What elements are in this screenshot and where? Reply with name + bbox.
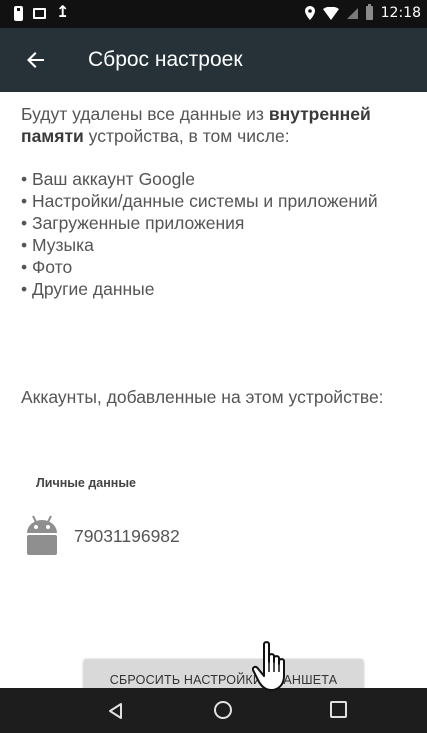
intro-part1: Будут удалены все данные из (21, 104, 269, 124)
nav-back-icon[interactable] (106, 701, 126, 721)
app-bar: Сброс настроек (0, 28, 427, 92)
status-left-icons: ↥ (14, 5, 69, 21)
image-icon (33, 7, 46, 19)
status-bar: ↥ 12:18 (0, 0, 427, 28)
accounts-label: Аккаунты, добавленные на этом устройстве… (21, 387, 384, 407)
list-item: Ваш аккаунт Google (21, 168, 411, 190)
nav-home-icon[interactable] (214, 701, 232, 719)
list-item: Другие данные (21, 278, 411, 300)
android-icon (27, 515, 57, 555)
phone-screen: ↥ 12:18 Сброс настроек Будут удалены все… (0, 0, 427, 733)
account-row: 79031196982 (22, 512, 402, 560)
page-title: Сброс настроек (88, 48, 243, 71)
account-number: 79031196982 (74, 525, 180, 546)
status-time: 12:18 (380, 5, 421, 21)
signal-icon (346, 7, 358, 19)
navigation-bar (0, 688, 427, 733)
arrow-back-icon (27, 52, 44, 68)
back-button[interactable] (16, 40, 56, 80)
intro-text: Будут удалены все данные из внутренней п… (21, 103, 411, 147)
wifi-icon (322, 6, 339, 20)
battery-icon (365, 4, 373, 20)
upload-icon: ↥ (56, 4, 70, 21)
intro-part2: устройства, в том числе: (83, 126, 290, 146)
reset-info: Будут удалены все данные из внутренней п… (21, 103, 411, 300)
phone-icon (14, 5, 23, 21)
location-icon (304, 6, 315, 20)
list-item: Музыка (21, 234, 411, 256)
list-item: Фото (21, 256, 411, 278)
list-item: Загруженные приложения (21, 212, 411, 234)
status-right-icons: 12:18 (304, 4, 421, 21)
list-item: Настройки/данные системы и приложений (21, 190, 411, 212)
section-header: Личные данные (36, 476, 136, 490)
nav-recent-icon[interactable] (330, 701, 347, 718)
data-list: Ваш аккаунт Google Настройки/данные сист… (21, 168, 411, 300)
